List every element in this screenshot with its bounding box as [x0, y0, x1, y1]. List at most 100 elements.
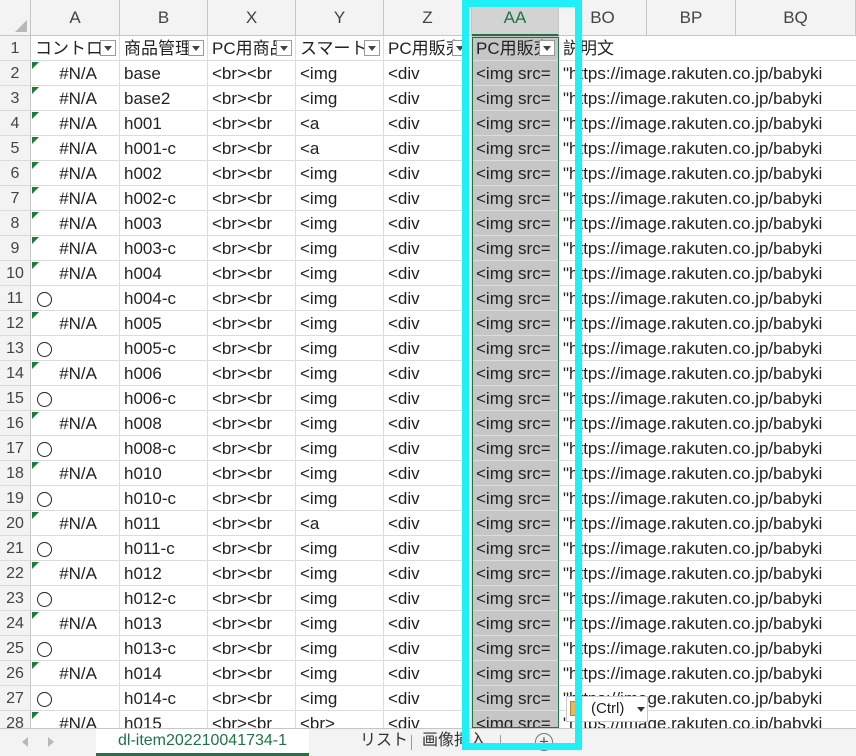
cell-pc-sales-desc-2[interactable]: <img src=: [472, 211, 559, 236]
cell-product-id[interactable]: h010-c: [120, 486, 208, 511]
cell-pc-sales-desc-2[interactable]: <img src=: [472, 486, 559, 511]
cell-pc-sales-desc[interactable]: <div: [384, 136, 472, 161]
header-cell-z[interactable]: PC用販売: [384, 36, 472, 61]
cell-description-url[interactable]: "https://image.rakuten.co.jp/babyki: [559, 561, 856, 586]
cell-description-url[interactable]: "https://image.rakuten.co.jp/babyki: [559, 86, 856, 111]
cell-pc-sales-desc[interactable]: <div: [384, 461, 472, 486]
sheet-tab-list[interactable]: リスト: [360, 729, 408, 756]
cell-pc-sales-desc-2[interactable]: <img src=: [472, 686, 559, 711]
cell-description-url[interactable]: "https://image.rakuten.co.jp/babyki: [559, 336, 856, 361]
header-cell-aa[interactable]: PC用販売: [472, 36, 559, 61]
cell-control[interactable]: #N/A: [31, 561, 120, 586]
row-header[interactable]: 22: [0, 561, 31, 586]
row-header[interactable]: 11: [0, 286, 31, 311]
cell-product-id[interactable]: h008-c: [120, 436, 208, 461]
cell-description-url[interactable]: "https://image.rakuten.co.jp/babyki: [559, 111, 856, 136]
cell-smartphone-desc[interactable]: <img: [296, 236, 384, 261]
cell-pc-product-desc[interactable]: <br><br: [208, 211, 296, 236]
cell-description-url[interactable]: "https://image.rakuten.co.jp/babyki: [559, 286, 856, 311]
cell-pc-product-desc[interactable]: <br><br: [208, 186, 296, 211]
cell-control[interactable]: ○: [31, 386, 120, 411]
triangle-left-icon[interactable]: [22, 737, 28, 747]
cell-pc-sales-desc[interactable]: <div: [384, 536, 472, 561]
filter-dropdown-icon[interactable]: [452, 40, 468, 56]
cell-description-url[interactable]: "https://image.rakuten.co.jp/babyki: [559, 161, 856, 186]
cell-pc-sales-desc-2[interactable]: <img src=: [472, 286, 559, 311]
row-header[interactable]: 15: [0, 386, 31, 411]
cell-product-id[interactable]: h013: [120, 611, 208, 636]
column-header-bp[interactable]: BP: [647, 0, 736, 36]
cell-product-id[interactable]: h011: [120, 511, 208, 536]
cell-description-url[interactable]: "https://image.rakuten.co.jp/babyki: [559, 511, 856, 536]
cell-pc-sales-desc-2[interactable]: <img src=: [472, 711, 559, 728]
column-header-x[interactable]: X: [208, 0, 296, 36]
cell-product-id[interactable]: h006: [120, 361, 208, 386]
column-header-z[interactable]: Z: [384, 0, 472, 36]
cell-pc-sales-desc[interactable]: <div: [384, 111, 472, 136]
cell-pc-sales-desc[interactable]: <div: [384, 411, 472, 436]
cell-control[interactable]: ○: [31, 436, 120, 461]
cell-product-id[interactable]: h010: [120, 461, 208, 486]
cell-pc-sales-desc[interactable]: <div: [384, 211, 472, 236]
cell-product-id[interactable]: h006-c: [120, 386, 208, 411]
cell-control[interactable]: #N/A: [31, 611, 120, 636]
cell-pc-sales-desc[interactable]: <div: [384, 61, 472, 86]
cell-control[interactable]: #N/A: [31, 261, 120, 286]
cell-description-url[interactable]: "https://image.rakuten.co.jp/babyki: [559, 61, 856, 86]
cell-control[interactable]: ○: [31, 486, 120, 511]
cell-pc-sales-desc[interactable]: <div: [384, 586, 472, 611]
cell-description-url[interactable]: "https://image.rakuten.co.jp/babyki: [559, 311, 856, 336]
cell-product-id[interactable]: h008: [120, 411, 208, 436]
row-header[interactable]: 3: [0, 86, 31, 111]
column-header-bq[interactable]: BQ: [736, 0, 856, 36]
cell-pc-sales-desc[interactable]: <div: [384, 386, 472, 411]
cell-control[interactable]: #N/A: [31, 511, 120, 536]
cell-pc-product-desc[interactable]: <br><br: [208, 311, 296, 336]
row-header[interactable]: 12: [0, 311, 31, 336]
row-header[interactable]: 6: [0, 161, 31, 186]
cell-product-id[interactable]: h005-c: [120, 336, 208, 361]
row-header[interactable]: 16: [0, 411, 31, 436]
cell-control[interactable]: #N/A: [31, 86, 120, 111]
cell-pc-sales-desc[interactable]: <div: [384, 286, 472, 311]
cell-control[interactable]: #N/A: [31, 661, 120, 686]
cell-pc-sales-desc[interactable]: <div: [384, 661, 472, 686]
row-header[interactable]: 21: [0, 536, 31, 561]
cell-pc-product-desc[interactable]: <br><br: [208, 536, 296, 561]
cell-smartphone-desc[interactable]: <img: [296, 686, 384, 711]
cell-description-url[interactable]: "https://image.rakuten.co.jp/babyki: [559, 486, 856, 511]
row-header[interactable]: 9: [0, 236, 31, 261]
cell-smartphone-desc[interactable]: <img: [296, 286, 384, 311]
cell-control[interactable]: #N/A: [31, 361, 120, 386]
cell-description-url[interactable]: "https://image.rakuten.co.jp/babyki: [559, 436, 856, 461]
cell-description-url[interactable]: "https://image.rakuten.co.jp/babyki: [559, 261, 856, 286]
header-cell-a[interactable]: コントロ: [31, 36, 120, 61]
cell-description-url[interactable]: "https://image.rakuten.co.jp/babyki: [559, 586, 856, 611]
cell-smartphone-desc[interactable]: <img: [296, 461, 384, 486]
row-header[interactable]: 14: [0, 361, 31, 386]
header-cell-bo[interactable]: 説明文: [559, 36, 856, 61]
cell-pc-sales-desc[interactable]: <div: [384, 86, 472, 111]
cell-pc-product-desc[interactable]: <br><br: [208, 386, 296, 411]
cell-pc-sales-desc[interactable]: <div: [384, 711, 472, 728]
row-header[interactable]: 5: [0, 136, 31, 161]
cell-control[interactable]: ○: [31, 536, 120, 561]
cell-pc-sales-desc-2[interactable]: <img src=: [472, 136, 559, 161]
cell-smartphone-desc[interactable]: <img: [296, 361, 384, 386]
filter-dropdown-icon[interactable]: [188, 40, 204, 56]
cell-control[interactable]: #N/A: [31, 411, 120, 436]
cell-smartphone-desc[interactable]: <img: [296, 536, 384, 561]
sheet-tab-dl-item[interactable]: dl-item202210041734-1: [96, 729, 310, 756]
cell-pc-sales-desc-2[interactable]: <img src=: [472, 536, 559, 561]
cell-pc-sales-desc[interactable]: <div: [384, 686, 472, 711]
cell-pc-sales-desc[interactable]: <div: [384, 636, 472, 661]
cell-pc-product-desc[interactable]: <br><br: [208, 686, 296, 711]
column-header-y[interactable]: Y: [296, 0, 384, 36]
cell-pc-sales-desc[interactable]: <div: [384, 611, 472, 636]
cell-pc-sales-desc-2[interactable]: <img src=: [472, 511, 559, 536]
cell-pc-sales-desc-2[interactable]: <img src=: [472, 186, 559, 211]
cell-control[interactable]: #N/A: [31, 136, 120, 161]
cell-product-id[interactable]: h002-c: [120, 186, 208, 211]
cell-control[interactable]: ○: [31, 636, 120, 661]
row-header[interactable]: 10: [0, 261, 31, 286]
